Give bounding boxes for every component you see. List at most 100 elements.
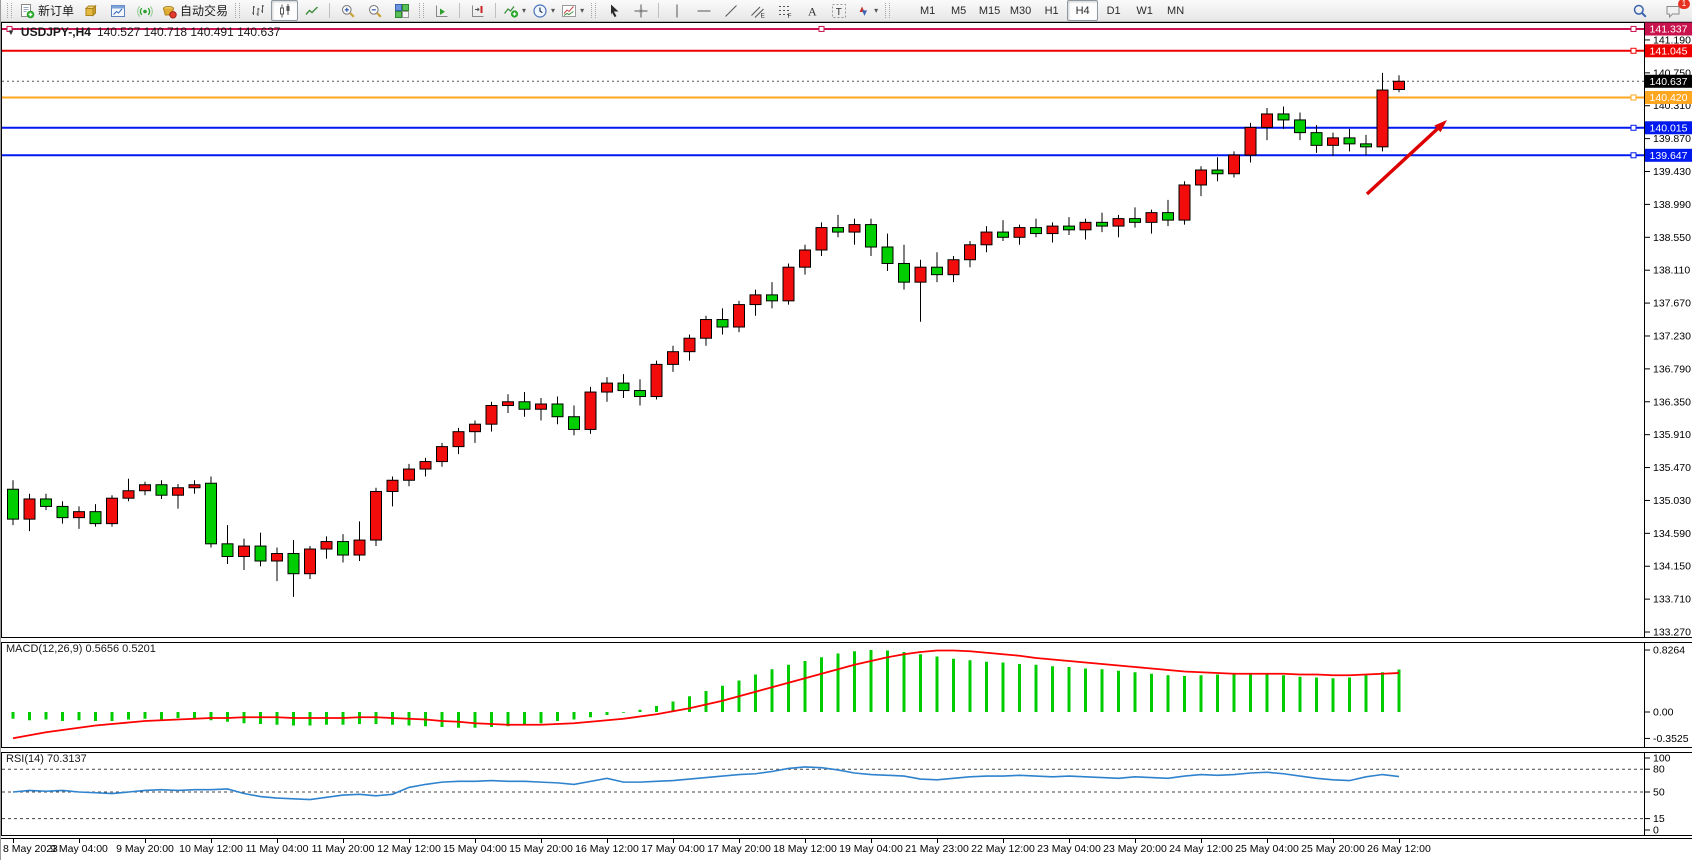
zoom-out-button[interactable] [361,0,388,21]
candle-bearish [1130,219,1141,223]
timeframe-button-M15[interactable]: M15 [974,0,1005,21]
axis-tick-label: 0 [1653,825,1659,837]
candle-bullish [189,485,200,488]
timeframe-button-M1[interactable]: M1 [912,0,943,21]
timeframe-button-H1[interactable]: H1 [1036,0,1067,21]
timeframe-group: M1M5M15M30H1H4D1W1MN [912,0,1191,21]
bars-chart-button[interactable] [244,0,271,21]
auto-scroll-button[interactable] [428,0,455,21]
svg-text:A: A [808,4,817,18]
line-handle[interactable] [819,26,824,31]
auto-scroll-icon [434,3,450,19]
candle-bearish [882,247,893,263]
timeframe-button-D1[interactable]: D1 [1098,0,1129,21]
candle-bullish [239,546,250,556]
search-button[interactable] [1626,0,1653,21]
dropdown-caret-icon[interactable]: ▾ [551,7,555,15]
trendline-icon [723,3,739,19]
tile-windows-button[interactable] [388,0,415,21]
candle-bearish [552,404,563,417]
toolbar-grip[interactable] [419,3,424,18]
macd-histogram [13,650,1399,728]
candle-bullish [965,245,976,260]
line-handle[interactable] [1631,125,1636,130]
toolbar-grip[interactable] [235,3,240,18]
rsi-canvas[interactable]: 1008050150 [1,752,1692,836]
text-button[interactable]: A [798,0,825,21]
broadcast-button[interactable] [131,0,158,21]
horizontal-line-button[interactable] [690,0,717,21]
timeframe-button-H4[interactable]: H4 [1067,0,1098,21]
text-label-icon: T [831,3,847,19]
crosshair-button[interactable] [627,0,654,21]
candle-bearish [833,228,844,232]
candle-bearish [569,417,580,430]
toolbar-grip[interactable] [885,3,890,18]
rsi-axis[interactable]: 1008050150 [1645,753,1671,837]
equidistant-channel-button[interactable]: E [744,0,771,21]
chart-window-button[interactable] [104,0,131,21]
trendline-button[interactable] [717,0,744,21]
text-label-button[interactable]: T [825,0,852,21]
axis-tick-label: 134.150 [1653,561,1691,573]
time-axis-label: 23 May 20:00 [1103,843,1167,855]
autotrading-button[interactable]: 自动交易 [158,0,231,21]
indicators-icon [503,3,519,19]
time-axis[interactable]: 8 May 20239 May 04:009 May 20:0010 May 1… [1,838,1692,860]
candle-bullish [849,225,860,232]
candle-bearish [1344,138,1355,144]
axis-tick-label: 137.230 [1653,330,1691,342]
collapse-icon[interactable]: ▼ [7,28,15,37]
vertical-line-button[interactable] [663,0,690,21]
new-order-button[interactable]: 新订单 [16,0,77,21]
candlestick-chart-button[interactable] [271,0,298,21]
timeframe-button-M5[interactable]: M5 [943,0,974,21]
price-badge-label: 139.647 [1650,150,1688,162]
price-axis[interactable]: 141.190140.750140.310139.870139.430138.9… [1645,23,1692,639]
candle-bearish [222,544,233,557]
macd-axis[interactable]: 0.82640.00-0.3525 [1645,645,1689,745]
indicators-button[interactable]: ▾ [500,0,529,21]
macd-canvas[interactable]: 0.82640.00-0.3525 [1,642,1692,748]
rsi-panel[interactable]: 1008050150 RSI(14) 70.3137 [1,752,1692,836]
dropdown-caret-icon[interactable]: ▾ [580,7,584,15]
line-handle[interactable] [1631,95,1636,100]
main-chart-panel[interactable]: 141.190140.750140.310139.870139.430138.9… [1,22,1692,638]
candlesticks [8,73,1405,597]
chart-shift-button[interactable] [464,0,491,21]
main-chart-canvas[interactable]: 141.190140.750140.310139.870139.430138.9… [1,22,1692,638]
candle-bullish [1196,170,1207,185]
time-axis-label: 11 May 20:00 [312,843,375,855]
cursor-button[interactable] [600,0,627,21]
line-chart-button[interactable] [298,0,325,21]
time-axis-label: 26 May 12:00 [1367,843,1431,855]
timeframe-button-M30[interactable]: M30 [1005,0,1036,21]
cube-button[interactable] [77,0,104,21]
periods-button[interactable]: ▾ [529,0,558,21]
chat-button[interactable]: 1 [1659,0,1686,21]
line-handle[interactable] [1631,48,1636,53]
candle-bearish [866,225,877,247]
time-axis-label: 10 May 12:00 [179,843,243,855]
candle-bullish [1262,114,1273,127]
toolbar-grip[interactable] [7,3,12,18]
zoom-in-button[interactable] [334,0,361,21]
line-handle[interactable] [1631,26,1636,31]
macd-panel[interactable]: 0.82640.00-0.3525 MACD(12,26,9) 0.5656 0… [1,642,1692,748]
candle-bearish [338,542,349,555]
time-axis-label: 15 May 04:00 [443,843,507,855]
templates-button[interactable]: ▾ [558,0,587,21]
time-axis-label: 9 May 20:00 [116,843,174,855]
line-handle[interactable] [1631,153,1636,158]
rsi-label: RSI(14) 70.3137 [6,753,87,765]
axis-tick-label: 134.590 [1653,528,1691,540]
dropdown-caret-icon[interactable]: ▾ [874,7,878,15]
dropdown-caret-icon[interactable]: ▾ [522,7,526,15]
fibonacci-button[interactable]: F [771,0,798,21]
arrows-button[interactable]: ▾ [852,0,881,21]
price-badge-label: 141.337 [1650,24,1688,36]
timeframe-button-W1[interactable]: W1 [1129,0,1160,21]
new-order-label: 新订单 [38,2,74,19]
timeframe-button-MN[interactable]: MN [1160,0,1191,21]
toolbar-grip[interactable] [591,3,596,18]
